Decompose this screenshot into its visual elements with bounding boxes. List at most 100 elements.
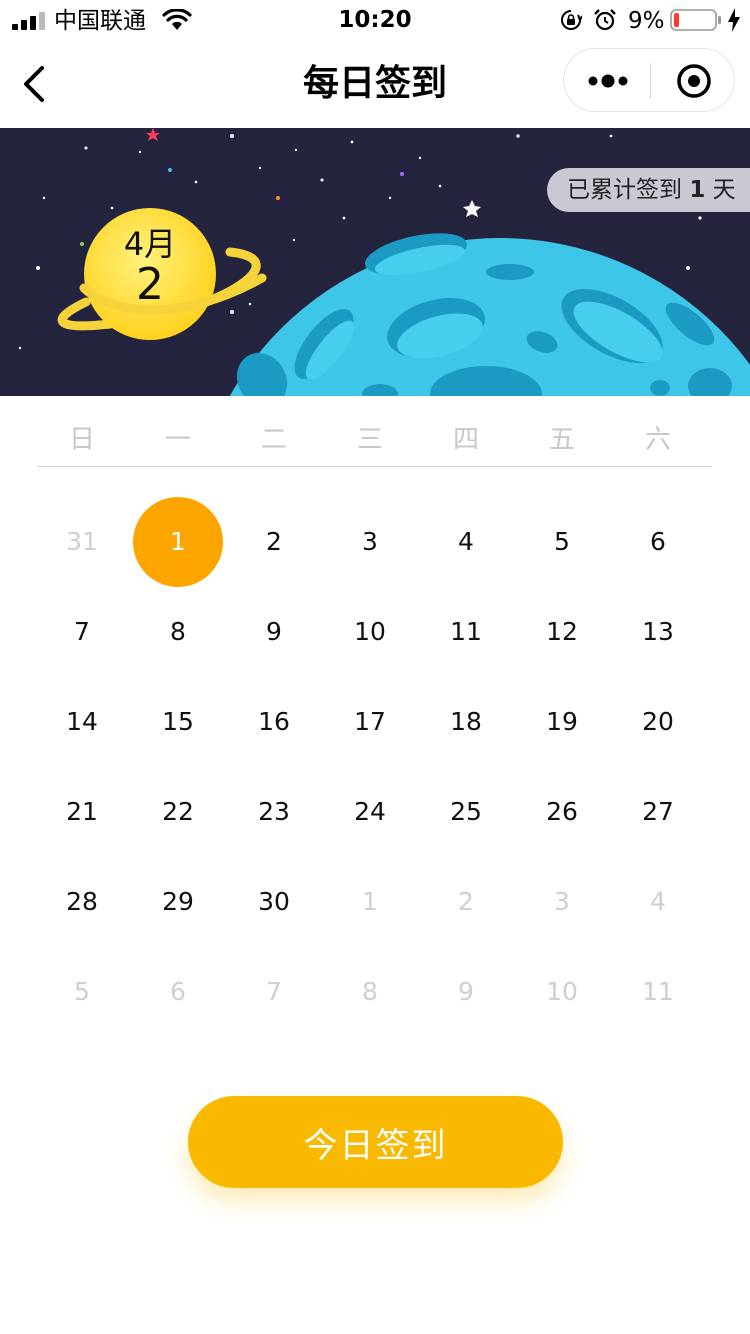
calendar-day-number: 27 xyxy=(642,797,674,826)
calendar-day-number: 1 xyxy=(170,527,186,556)
calendar-day-number: 7 xyxy=(74,617,90,646)
calendar-day-number: 5 xyxy=(74,977,90,1006)
calendar-day-other-month[interactable]: 31 xyxy=(34,497,130,587)
calendar-week-row: 14 15 16 17 18 19 20 xyxy=(34,677,706,767)
calendar-day[interactable]: 24 xyxy=(322,767,418,857)
weekday-header: 日 一 二 三 四 五 六 xyxy=(34,420,706,460)
status-bar: 中国联通 10:20 9% xyxy=(0,0,750,40)
calendar-day[interactable]: 5 xyxy=(514,497,610,587)
calendar-day-number: 25 xyxy=(450,797,482,826)
calendar-day[interactable]: 12 xyxy=(514,587,610,677)
calendar-week-row: 21 22 23 24 25 26 27 xyxy=(34,767,706,857)
calendar-day[interactable]: 8 xyxy=(130,587,226,677)
calendar-day[interactable]: 16 xyxy=(226,677,322,767)
calendar-day[interactable]: 20 xyxy=(610,677,706,767)
calendar-day[interactable]: 23 xyxy=(226,767,322,857)
weekday-label: 日 xyxy=(68,425,95,455)
calendar-day[interactable]: 14 xyxy=(34,677,130,767)
calendar-day-number: 20 xyxy=(642,707,674,736)
calendar-day-other-month[interactable]: 4 xyxy=(610,857,706,947)
calendar-day-other-month[interactable]: 10 xyxy=(514,947,610,1037)
more-icon[interactable] xyxy=(586,67,630,95)
streak-prefix: 已累计签到 xyxy=(567,177,682,203)
calendar-day-number: 14 xyxy=(66,707,98,736)
calendar-day[interactable]: 11 xyxy=(418,587,514,677)
weekday-label: 六 xyxy=(644,425,671,455)
calendar-day[interactable]: 18 xyxy=(418,677,514,767)
calendar-day-number: 9 xyxy=(458,977,474,1006)
calendar-day[interactable]: 4 xyxy=(418,497,514,587)
calendar-week-row: 28 29 30 1 2 3 4 xyxy=(34,857,706,947)
calendar-week-row: 5 6 7 8 9 10 11 xyxy=(34,947,706,1037)
calendar-day[interactable]: 30 xyxy=(226,857,322,947)
weekday-label: 四 xyxy=(452,425,479,455)
calendar-day-number: 10 xyxy=(546,977,578,1006)
calendar-day-other-month[interactable]: 1 xyxy=(322,857,418,947)
calendar-day-other-month[interactable]: 2 xyxy=(418,857,514,947)
calendar-day-number: 11 xyxy=(642,977,674,1006)
weekday-label: 三 xyxy=(356,425,383,455)
calendar-day[interactable]: 29 xyxy=(130,857,226,947)
calendar-grid: 31 1 2 3 4 5 6 7 8 9 10 11 12 13 14 15 16 17 18 19 20 21 22 23 2… xyxy=(34,497,706,1037)
calendar-day-other-month[interactable]: 8 xyxy=(322,947,418,1037)
calendar-day[interactable]: 13 xyxy=(610,587,706,677)
calendar-day[interactable]: 6 xyxy=(610,497,706,587)
calendar-day[interactable]: 26 xyxy=(514,767,610,857)
calendar-week-row: 31 1 2 3 4 5 6 xyxy=(34,497,706,587)
calendar-day-number: 18 xyxy=(450,707,482,736)
calendar-day[interactable]: 17 xyxy=(322,677,418,767)
calendar-day[interactable]: 21 xyxy=(34,767,130,857)
calendar-day[interactable]: 3 xyxy=(322,497,418,587)
checkin-button[interactable]: 今日签到 xyxy=(188,1096,563,1188)
battery-icon xyxy=(670,9,721,31)
calendar-day-other-month[interactable]: 6 xyxy=(130,947,226,1037)
miniprogram-capsule xyxy=(563,48,735,112)
calendar-day-other-month[interactable]: 5 xyxy=(34,947,130,1037)
weekday-label: 二 xyxy=(260,425,287,455)
calendar-day-number: 17 xyxy=(354,707,386,736)
calendar-day[interactable]: 25 xyxy=(418,767,514,857)
calendar-day-number: 6 xyxy=(170,977,186,1006)
calendar-day[interactable]: 10 xyxy=(322,587,418,677)
calendar-day[interactable]: 7 xyxy=(34,587,130,677)
calendar-day[interactable]: 9 xyxy=(226,587,322,677)
calendar-day-other-month[interactable]: 9 xyxy=(418,947,514,1037)
calendar-day-number: 6 xyxy=(650,527,666,556)
calendar-day-number: 11 xyxy=(450,617,482,646)
calendar-day-other-month[interactable]: 11 xyxy=(610,947,706,1037)
calendar-week-row: 7 8 9 10 11 12 13 xyxy=(34,587,706,677)
calendar-day-number: 2 xyxy=(458,887,474,916)
calendar-day[interactable]: 28 xyxy=(34,857,130,947)
calendar-day-number: 4 xyxy=(650,887,666,916)
calendar-day-number: 19 xyxy=(546,707,578,736)
calendar-day-number: 8 xyxy=(362,977,378,1006)
navigation-bar: 每日签到 xyxy=(0,40,750,128)
alarm-icon xyxy=(594,9,616,31)
streak-suffix: 天 xyxy=(712,177,736,203)
checkin-banner: 4月 2 已累计签到 1 天 xyxy=(0,128,750,396)
calendar-day-number: 16 xyxy=(258,707,290,736)
calendar-day-other-month[interactable]: 3 xyxy=(514,857,610,947)
calendar-day[interactable]: 19 xyxy=(514,677,610,767)
calendar-day-number: 5 xyxy=(554,527,570,556)
calendar-day-number: 21 xyxy=(66,797,98,826)
charging-icon xyxy=(728,8,740,32)
calendar-day-number: 31 xyxy=(66,527,98,556)
calendar-day-number: 8 xyxy=(170,617,186,646)
close-miniprogram-icon[interactable] xyxy=(674,61,714,101)
streak-badge: 已累计签到 1 天 xyxy=(547,168,750,212)
calendar-day[interactable]: 27 xyxy=(610,767,706,857)
calendar-day[interactable]: 15 xyxy=(130,677,226,767)
calendar-day-number: 7 xyxy=(266,977,282,1006)
capsule-divider xyxy=(650,63,651,99)
calendar-day-number: 1 xyxy=(362,887,378,916)
calendar-day-other-month[interactable]: 7 xyxy=(226,947,322,1037)
weekday-label: 五 xyxy=(548,425,575,455)
calendar-day[interactable]: 22 xyxy=(130,767,226,857)
current-day: 2 xyxy=(136,259,164,310)
calendar-day[interactable]: 2 xyxy=(226,497,322,587)
streak-count: 1 xyxy=(689,177,706,203)
calendar-day-checked[interactable]: 1 xyxy=(130,497,226,587)
calendar-day-number: 15 xyxy=(162,707,194,736)
calendar-day-number: 10 xyxy=(354,617,386,646)
